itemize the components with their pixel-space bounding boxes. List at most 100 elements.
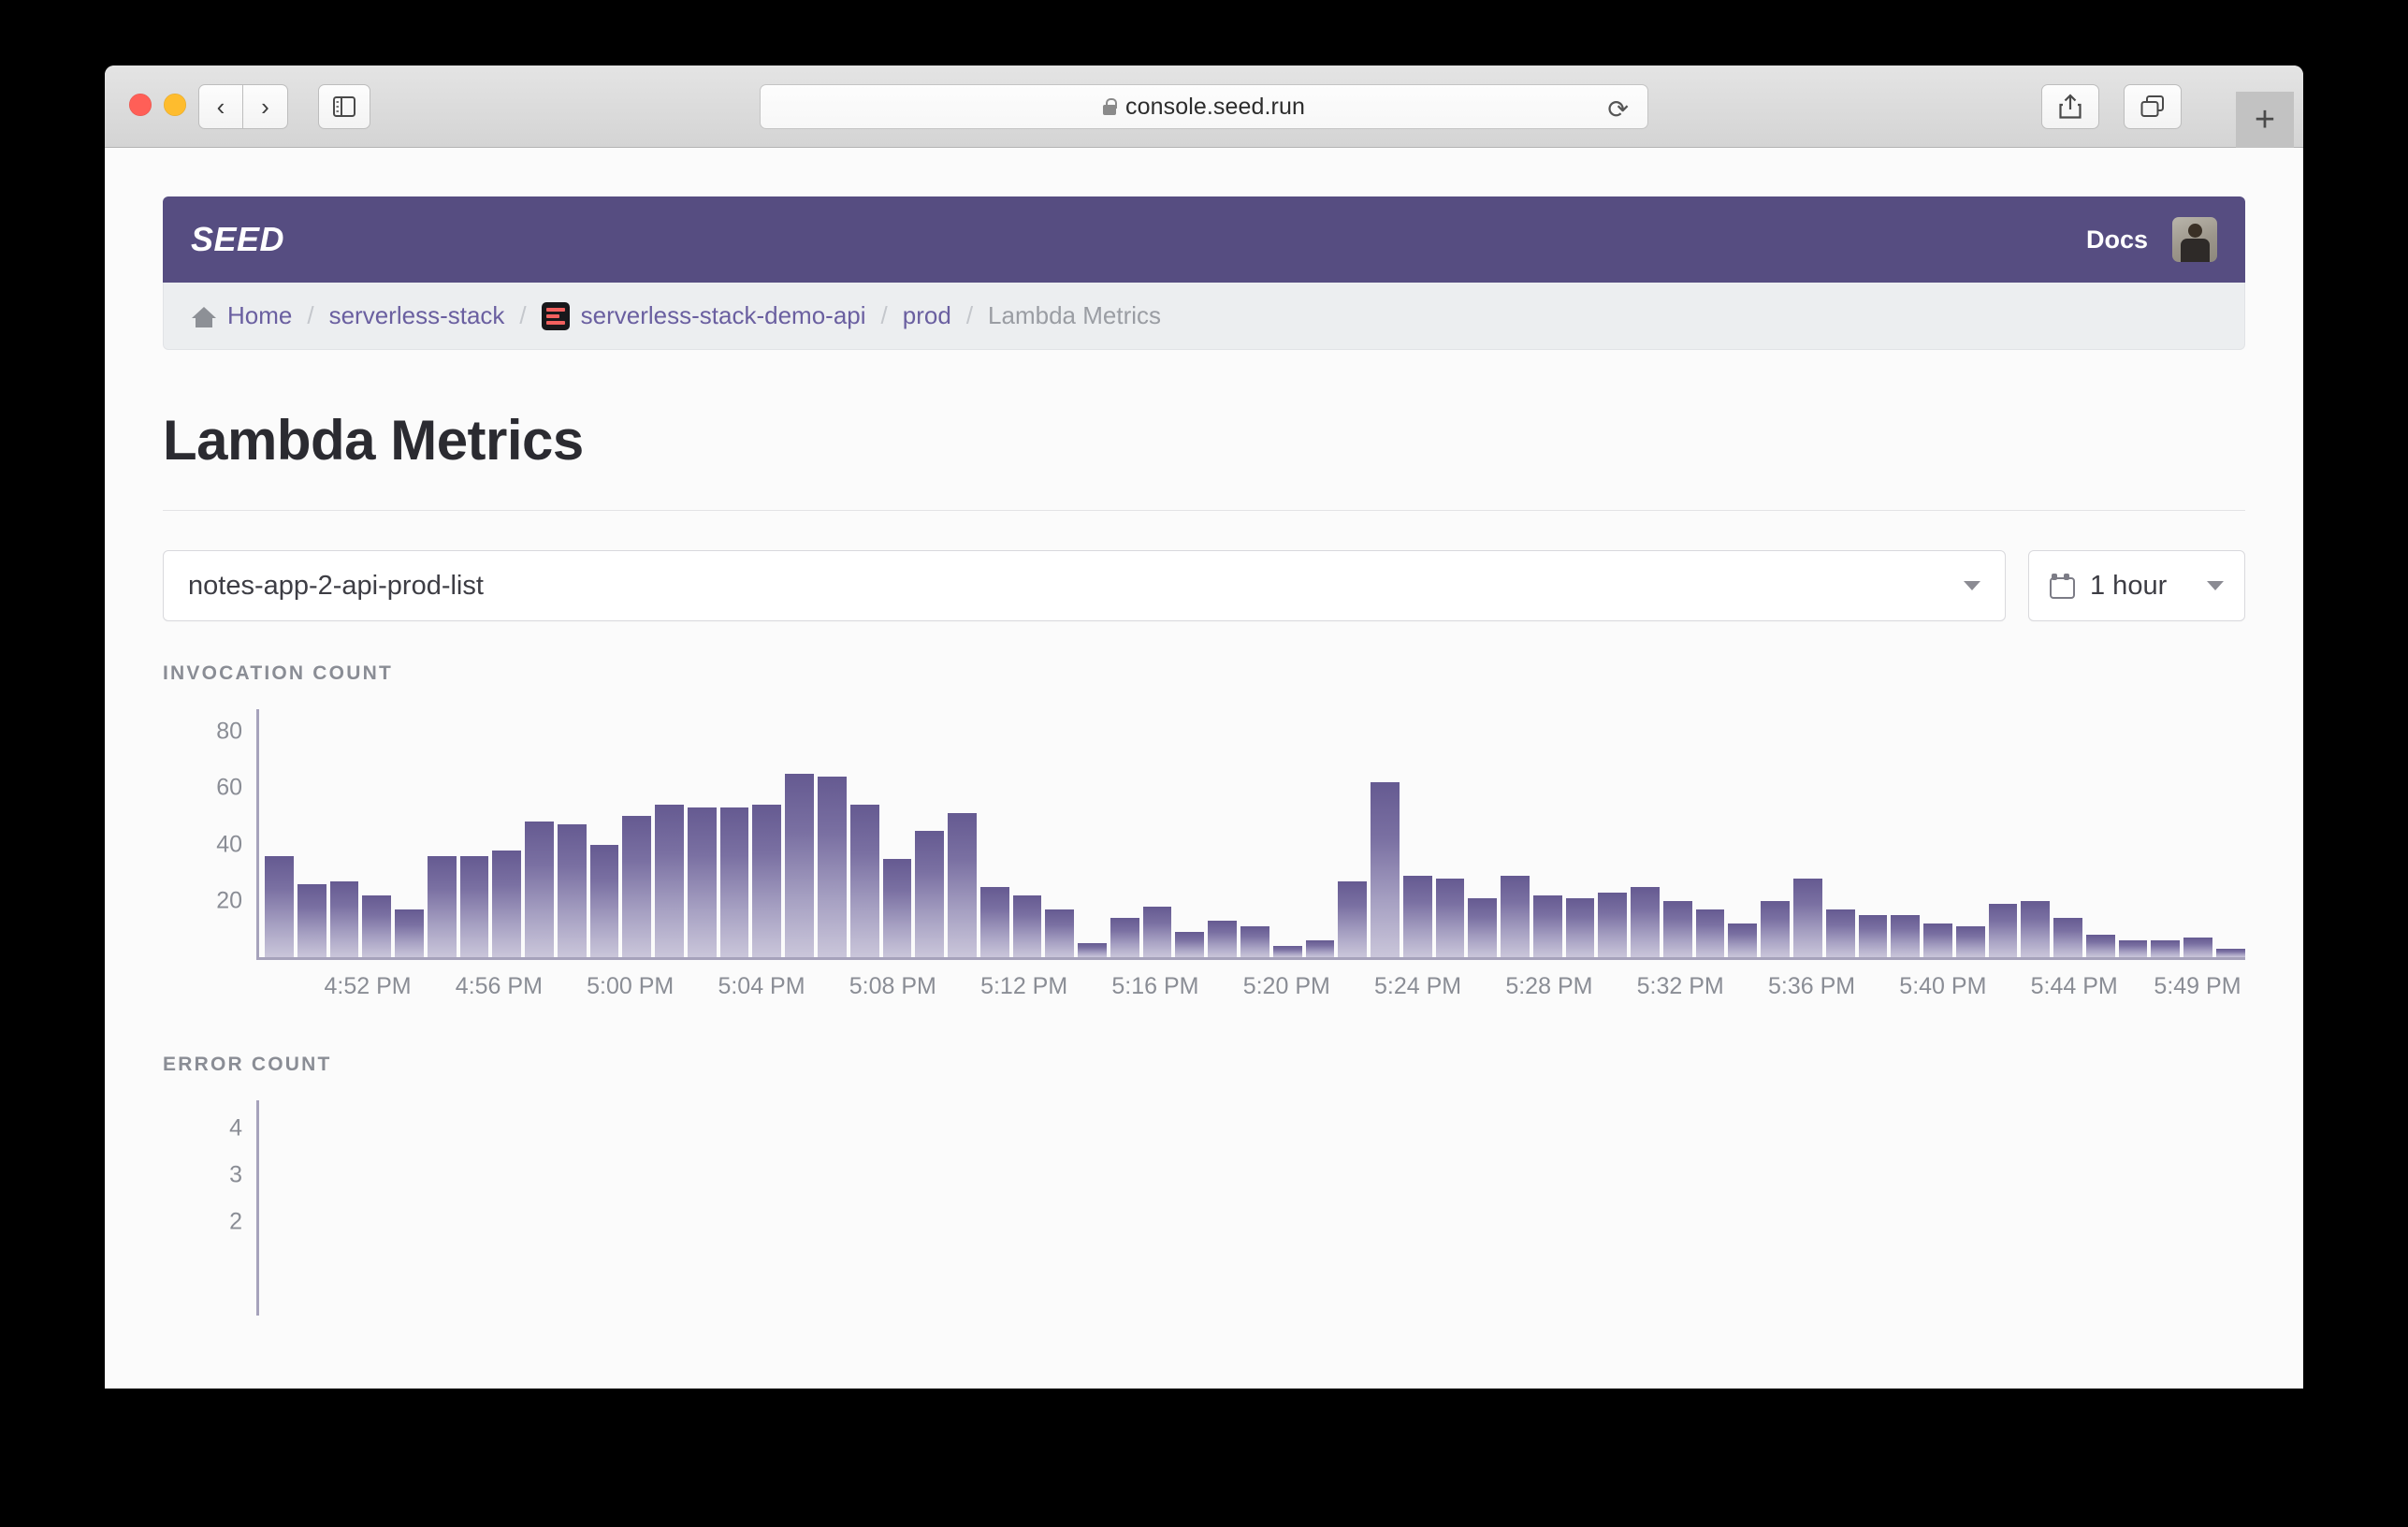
y-axis-tick: 40 [216, 831, 242, 858]
bar[interactable] [849, 805, 879, 957]
breadcrumb-separator: / [307, 301, 314, 329]
breadcrumb-item-home[interactable]: Home [192, 301, 292, 330]
invocation-count-label: INVOCATION COUNT [163, 662, 393, 684]
bar[interactable] [1371, 782, 1400, 957]
bar[interactable] [785, 774, 815, 957]
bar[interactable] [2053, 917, 2082, 957]
bar[interactable] [1078, 942, 1107, 957]
bar[interactable] [362, 894, 392, 957]
bar[interactable] [1565, 897, 1595, 957]
bar[interactable] [752, 805, 782, 957]
breadcrumb-item-demo-api[interactable]: serverless-stack-demo-api [541, 301, 866, 330]
bar[interactable] [557, 824, 587, 957]
invocation-chart: 20 40 60 80 4:52 PM 4:56 PM 5:00 PM 5:04 PM 5:0… [163, 709, 2245, 1012]
time-range-value: 1 hour [2090, 570, 2168, 601]
bar[interactable] [525, 822, 554, 957]
error-chart-plot[interactable]: 2 3 4 [229, 1100, 2245, 1316]
bar[interactable] [1208, 920, 1237, 957]
title-divider [163, 510, 2245, 511]
calendar-icon [2050, 573, 2075, 599]
bar[interactable] [687, 807, 717, 957]
bar[interactable] [882, 858, 912, 957]
bar[interactable] [2085, 934, 2115, 957]
bar[interactable] [622, 816, 652, 957]
app-header: SEED Docs [163, 196, 2245, 283]
bar[interactable] [1923, 923, 1952, 957]
bar[interactable] [329, 880, 359, 957]
x-axis-tick: 5:12 PM [980, 973, 1068, 999]
bar[interactable] [1955, 925, 1985, 957]
bar[interactable] [589, 844, 619, 957]
bar[interactable] [1695, 909, 1725, 957]
close-window-button[interactable] [129, 94, 152, 116]
bar[interactable] [1532, 894, 1562, 957]
share-icon [2059, 94, 2082, 119]
bar[interactable] [1045, 909, 1075, 957]
seed-logo[interactable]: SEED [191, 220, 284, 259]
bar[interactable] [1858, 914, 1888, 957]
lambda-function-value: notes-app-2-api-prod-list [188, 570, 484, 601]
bar[interactable] [979, 886, 1009, 957]
breadcrumb-separator: / [880, 301, 888, 329]
bar[interactable] [1988, 903, 2018, 957]
bar[interactable] [1240, 925, 1269, 957]
sidebar-toggle-button[interactable] [318, 84, 370, 129]
bar[interactable] [395, 909, 424, 957]
bar[interactable] [1305, 939, 1335, 957]
breadcrumb-item-serverless-stack[interactable]: serverless-stack [329, 301, 505, 330]
show-tabs-button[interactable] [2124, 84, 2182, 129]
avatar[interactable] [2172, 217, 2217, 262]
bar[interactable] [1728, 923, 1758, 957]
bar[interactable] [2215, 948, 2245, 957]
bar[interactable] [719, 807, 749, 957]
forward-button[interactable]: › [243, 84, 288, 129]
bar[interactable] [2118, 939, 2148, 957]
address-bar[interactable]: console.seed.run ⟳ [760, 84, 1648, 129]
bar[interactable] [2183, 937, 2212, 957]
bar[interactable] [265, 855, 294, 957]
bar[interactable] [1598, 892, 1628, 957]
bar[interactable] [1662, 900, 1692, 957]
bar[interactable] [1435, 878, 1465, 957]
bar[interactable] [297, 883, 326, 957]
bar[interactable] [1272, 945, 1302, 957]
bar[interactable] [1891, 914, 1921, 957]
bar[interactable] [2151, 939, 2181, 957]
bar[interactable] [427, 855, 457, 957]
bar[interactable] [1012, 894, 1042, 957]
bar[interactable] [1142, 906, 1172, 957]
bar[interactable] [1175, 931, 1205, 957]
time-range-select[interactable]: 1 hour [2028, 550, 2245, 621]
bar[interactable] [2021, 900, 2051, 957]
bar[interactable] [1338, 880, 1368, 957]
bar[interactable] [459, 855, 489, 957]
lock-icon [1102, 98, 1117, 115]
x-axis-tick: 5:00 PM [587, 973, 675, 999]
bar[interactable] [492, 850, 522, 957]
lambda-function-select[interactable]: notes-app-2-api-prod-list [163, 550, 2006, 621]
bar[interactable] [1825, 909, 1855, 957]
breadcrumb-separator: / [965, 301, 974, 329]
bar[interactable] [915, 830, 945, 957]
back-button[interactable]: ‹ [198, 84, 243, 129]
breadcrumb-item-prod[interactable]: prod [903, 301, 951, 330]
invocation-chart-plot[interactable]: 20 40 60 80 [216, 709, 2245, 960]
reload-icon[interactable]: ⟳ [1607, 95, 1629, 124]
bar[interactable] [1631, 886, 1660, 957]
share-button[interactable] [2041, 84, 2099, 129]
bar[interactable] [948, 813, 977, 957]
bar[interactable] [1761, 900, 1790, 957]
bar[interactable] [1792, 878, 1822, 957]
browser-titlebar: ‹ › console.seed.run ⟳ + [105, 65, 2303, 148]
bar[interactable] [1110, 917, 1139, 957]
bar[interactable] [1468, 897, 1498, 957]
docs-link[interactable]: Docs [2086, 225, 2148, 254]
new-tab-button[interactable]: + [2236, 92, 2294, 148]
chevron-down-icon [2207, 581, 2224, 590]
bar[interactable] [818, 777, 847, 957]
bar[interactable] [1402, 875, 1432, 957]
bar[interactable] [655, 805, 684, 957]
minimize-window-button[interactable] [164, 94, 186, 116]
x-axis-tick: 5:40 PM [1899, 973, 1987, 999]
bar[interactable] [1501, 875, 1530, 957]
